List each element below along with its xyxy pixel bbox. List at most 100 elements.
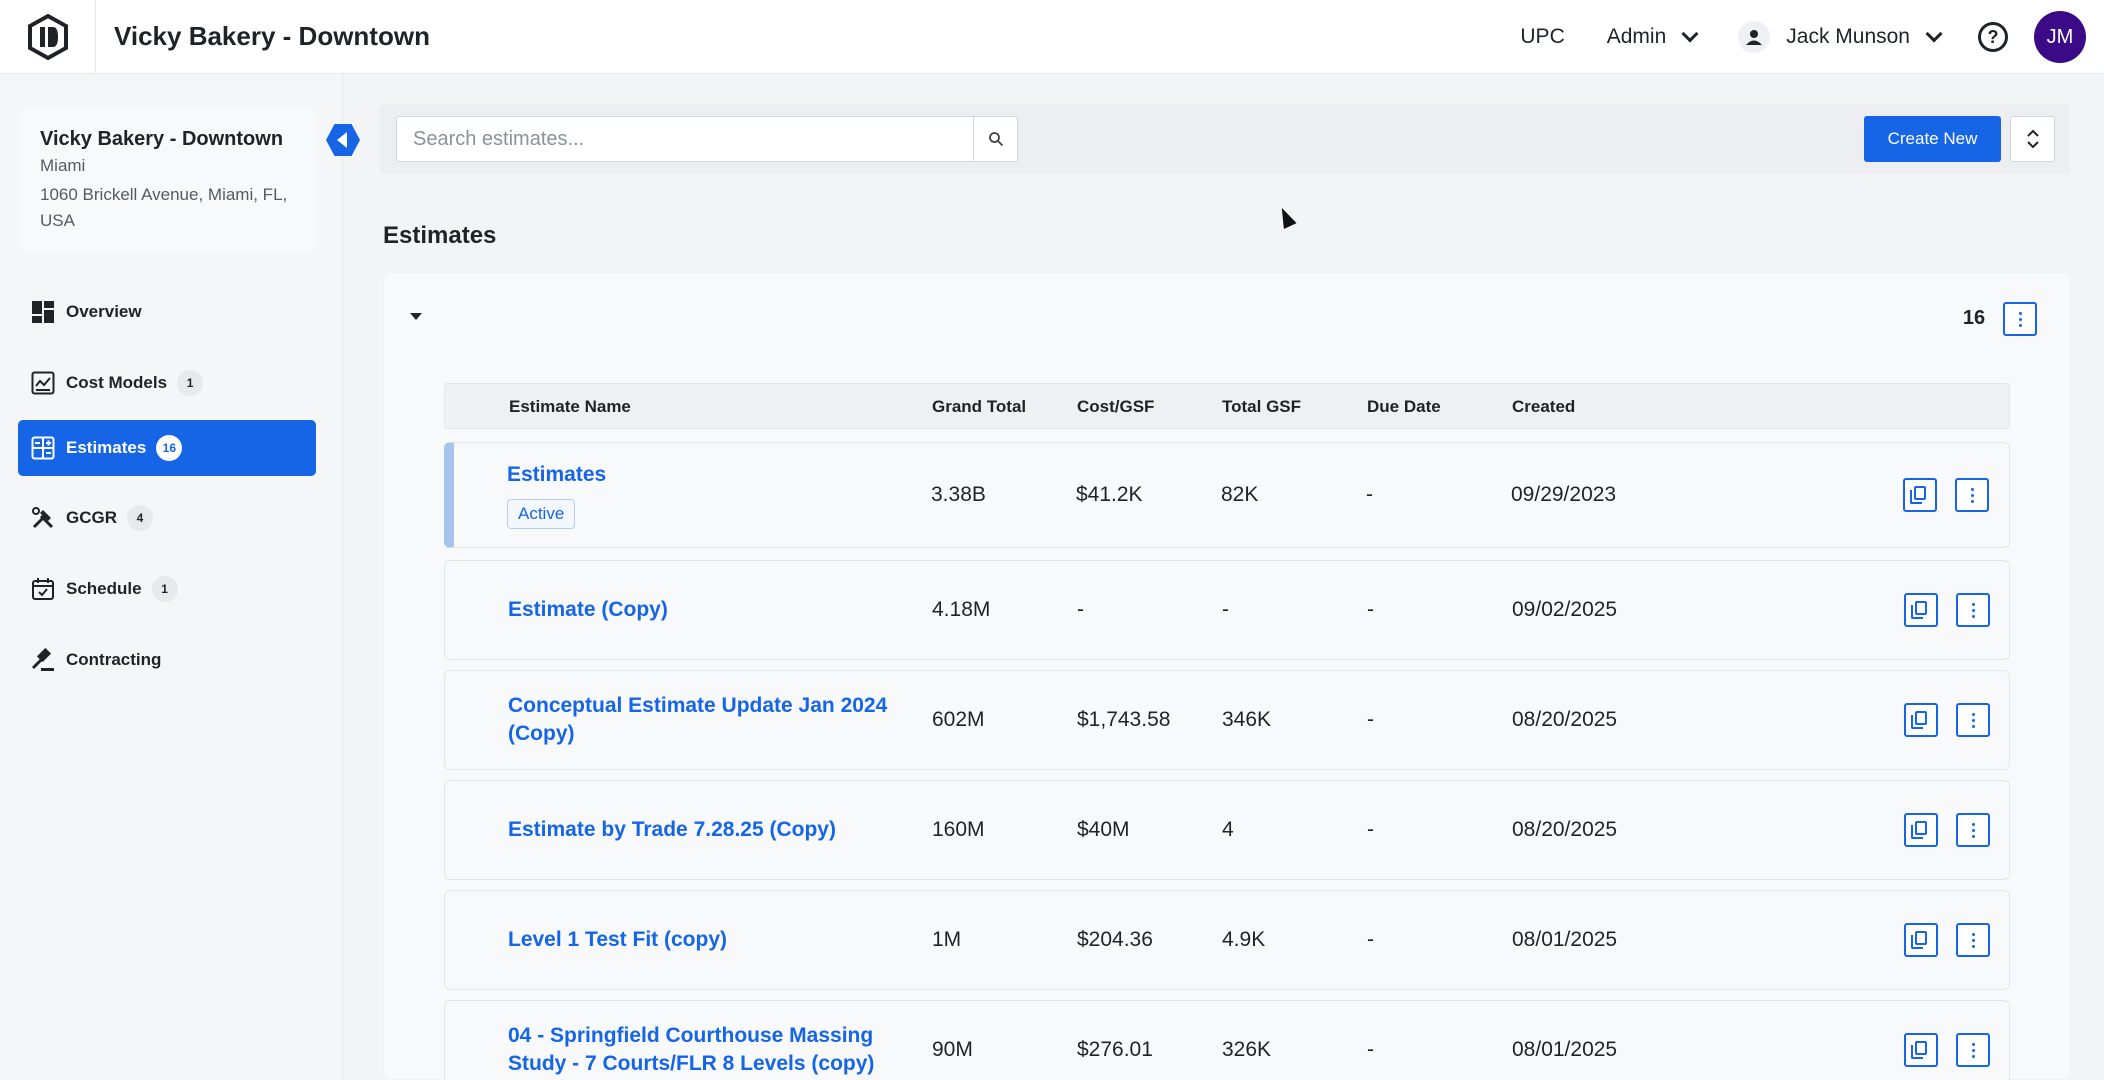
sidebar-item-cost-models[interactable]: Cost Models 1 [18,355,316,411]
copy-icon[interactable] [1904,703,1938,737]
calculator-icon [30,435,56,461]
grand-total: 1M [932,928,962,951]
row-menu-button[interactable] [1956,923,1990,957]
column-header[interactable]: Created [1512,384,1575,430]
count-badge: 16 [156,435,183,461]
column-header[interactable]: Estimate Name [509,384,631,430]
table-row[interactable]: Estimate by Trade 7.28.25 (Copy) 160M $4… [444,780,2010,880]
search-button[interactable] [973,116,1018,162]
column-header[interactable]: Cost/GSF [1077,384,1154,430]
grand-total: 3.38B [931,483,986,506]
column-header[interactable]: Total GSF [1222,384,1301,430]
created-date: 08/01/2025 [1512,1038,1618,1061]
chevron-down-icon [1925,25,1943,42]
user-menu[interactable]: Jack Munson [1738,21,1943,53]
table-row[interactable]: Level 1 Test Fit (copy) 1M $204.36 4.9K … [444,890,2010,990]
count-badge: 1 [151,576,178,602]
user-icon [1738,21,1771,53]
table-row[interactable]: Estimate (Copy) 4.18M - - - 09/02/2025 [444,560,2010,660]
row-actions [1904,593,1990,627]
row-menu-button[interactable] [1956,703,1990,737]
grand-total: 4.18M [932,598,991,621]
chevron-down-icon [1681,25,1699,42]
caret-down-icon[interactable] [410,313,422,320]
row-menu-button[interactable] [1956,1033,1990,1067]
sidebar-item-overview[interactable]: Overview [18,284,316,340]
estimate-name-link[interactable]: Estimate (Copy) [508,561,668,659]
copy-icon[interactable] [1904,813,1938,847]
table-header: Estimate Name Grand Total Cost/GSF Total… [444,383,2010,429]
copy-icon[interactable] [1904,593,1938,627]
admin-menu[interactable]: Admin [1607,25,1699,49]
cost-gsf: $41.2K [1076,483,1143,506]
created-date: 08/20/2025 [1512,818,1618,841]
gavel-icon [30,647,56,673]
sidebar-item-label: GCGR [66,508,117,527]
sidebar: Vicky Bakery - Downtown Miami 1060 Brick… [0,74,343,1080]
page-title: Estimates [383,222,497,249]
sidebar-item-label: Contracting [66,650,162,669]
mouse-cursor-icon [1275,204,1297,230]
status-badge: Active [507,499,576,529]
avatar[interactable]: JM [2034,11,2086,63]
create-new-button[interactable]: Create New [1864,116,2001,162]
app-logo[interactable] [0,0,96,74]
created-date: 09/29/2023 [1511,483,1617,506]
sidebar-item-estimates[interactable]: Estimates 16 [18,420,316,476]
estimate-name-link[interactable]: 04 - Springfield Courthouse Massing Stud… [508,1022,908,1078]
copy-icon[interactable] [1904,923,1938,957]
due-date: - [1367,708,1374,731]
top-right-controls: UPC Admin Jack Munson ? JM [1520,0,2086,74]
row-menu-button[interactable] [1956,813,1990,847]
calendar-icon [30,576,56,602]
sidebar-item-label: Overview [66,302,142,321]
sidebar-item-schedule[interactable]: Schedule 1 [18,561,316,617]
row-actions [1904,923,1990,957]
table-row[interactable]: Estimates Active 3.38B $41.2K 82K - 09/2… [444,442,2010,548]
user-name: Jack Munson [1786,25,1910,48]
sidebar-item-label: Schedule [66,579,142,598]
help-icon[interactable]: ? [1978,22,2008,52]
logo-icon [27,13,68,60]
project-card: Vicky Bakery - Downtown Miami 1060 Brick… [18,108,318,252]
column-header[interactable]: Grand Total [932,384,1026,430]
created-date: 08/01/2025 [1512,928,1618,951]
cost-gsf: $204.36 [1077,928,1153,951]
grand-total: 602M [932,708,985,731]
cost-gsf: - [1077,598,1084,621]
sidebar-item-label: Estimates [66,438,147,457]
chevron-left-icon [337,132,347,148]
estimate-name-link[interactable]: Conceptual Estimate Update Jan 2024 (Cop… [508,692,908,748]
row-actions [1904,1033,1990,1067]
estimate-name-link[interactable]: Estimates [507,461,606,489]
copy-icon[interactable] [1903,478,1937,512]
sidebar-item-gcgr[interactable]: GCGR 4 [18,490,316,546]
estimate-name-cell: Conceptual Estimate Update Jan 2024 (Cop… [508,671,908,769]
estimate-name-link[interactable]: Estimate by Trade 7.28.25 (Copy) [508,781,836,879]
due-date: - [1367,818,1374,841]
table-row[interactable]: Conceptual Estimate Update Jan 2024 (Cop… [444,670,2010,770]
project-city: Miami [40,156,86,175]
column-header[interactable]: Due Date [1367,384,1441,430]
estimates-toolbar: Create New [380,104,2070,174]
upc-link[interactable]: UPC [1520,25,1564,49]
row-menu-button[interactable] [1956,593,1990,627]
sidebar-item-contracting[interactable]: Contracting [18,632,316,688]
copy-icon[interactable] [1904,1033,1938,1067]
top-bar: Vicky Bakery - Downtown UPC Admin Jack M… [0,0,2104,74]
row-actions [1904,703,1990,737]
estimate-name-cell: 04 - Springfield Courthouse Massing Stud… [508,1001,908,1080]
sort-button[interactable] [2010,116,2055,162]
group-count: 16 [1962,306,1986,329]
search-input[interactable] [396,116,976,162]
row-menu-button[interactable] [1955,478,1989,512]
row-actions [1903,478,1989,512]
project-name: Vicky Bakery - Downtown [40,128,284,150]
estimate-name-link[interactable]: Level 1 Test Fit (copy) [508,891,727,989]
due-date: - [1367,1038,1374,1061]
count-badge: 1 [177,370,204,396]
table-row[interactable]: 04 - Springfield Courthouse Massing Stud… [444,1000,2010,1080]
group-menu-button[interactable] [2003,302,2037,336]
total-gsf: 4 [1222,818,1234,841]
estimates-group-panel: 16 Estimate Name Grand Total Cost/GSF To… [383,272,2071,1080]
